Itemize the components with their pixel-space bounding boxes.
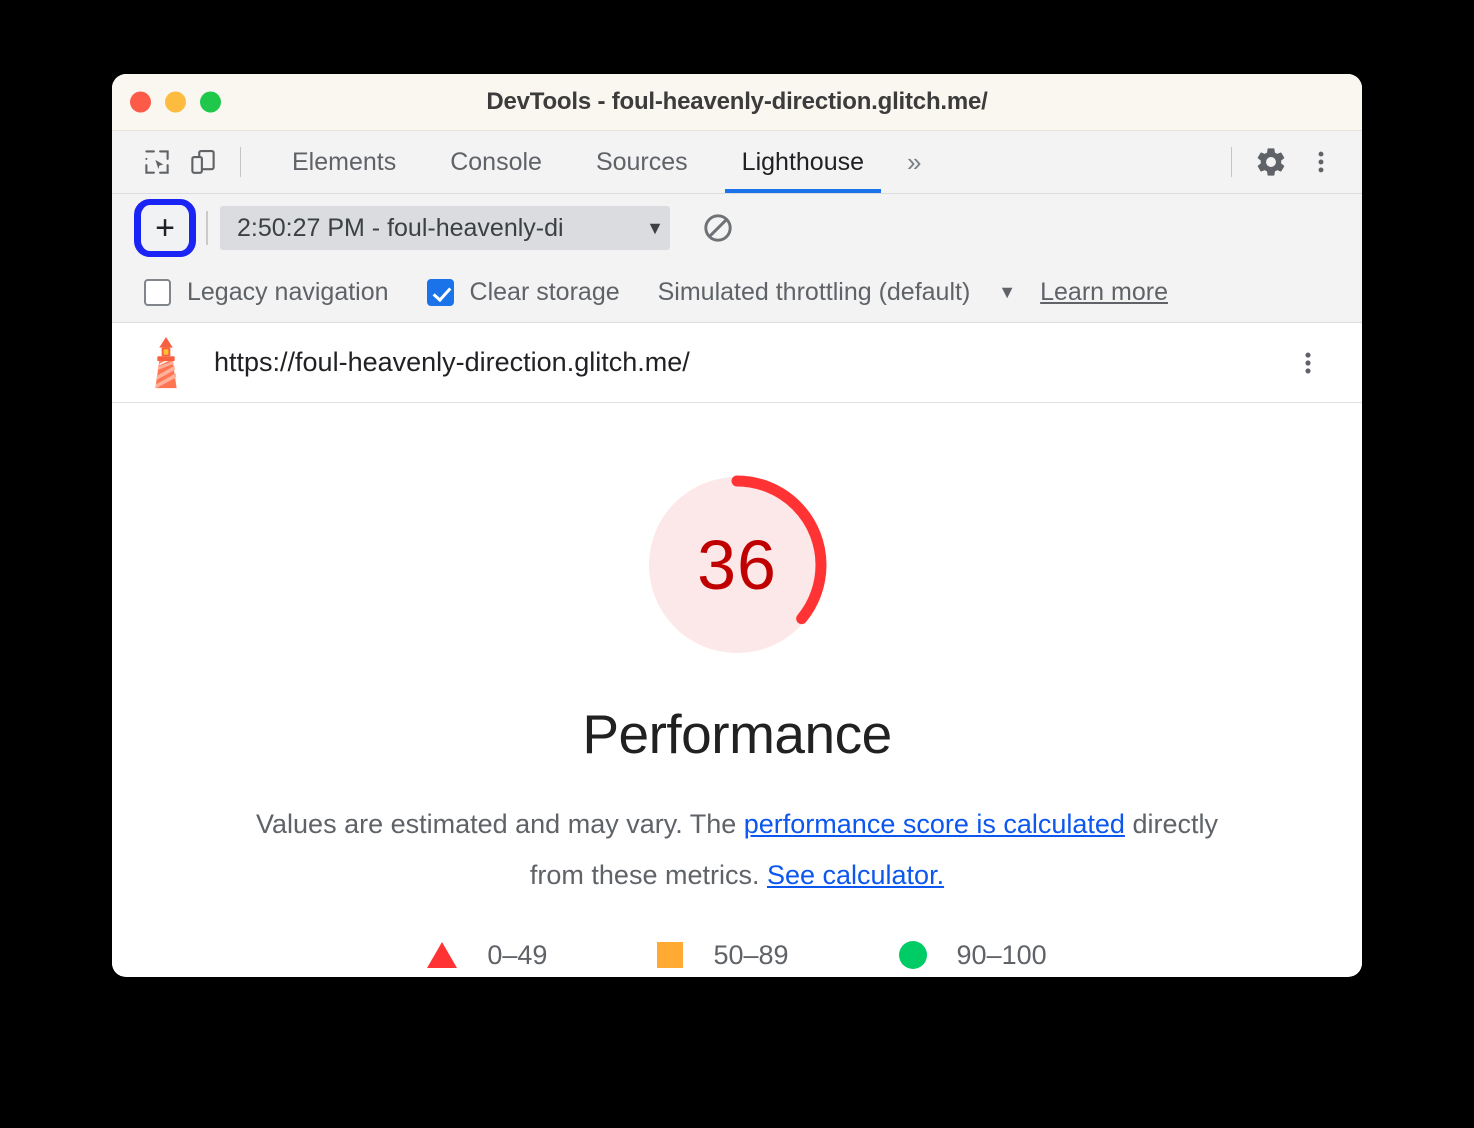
legend-label-poor: 0–49 [487, 939, 548, 970]
legend-label-good: 90–100 [956, 939, 1047, 970]
tab-elements[interactable]: Elements [265, 131, 423, 193]
report-select[interactable]: 2:50:27 PM - foul-heavenly-di ▼ [220, 206, 670, 250]
tab-sources-label: Sources [595, 147, 688, 176]
performance-score-value: 36 [697, 526, 777, 604]
inspect-element-icon[interactable] [134, 139, 180, 185]
tabbar-right-divider [1231, 147, 1232, 177]
new-report-button-wrap: + [134, 199, 196, 257]
tab-sources[interactable]: Sources [569, 131, 715, 193]
learn-more-link[interactable]: Learn more [1040, 278, 1168, 307]
tab-lighthouse-label: Lighthouse [741, 147, 864, 176]
tab-elements-label: Elements [292, 147, 397, 176]
legend-item-poor: 0–49 [427, 940, 547, 971]
traffic-light-group [130, 91, 221, 113]
devtools-window: DevTools - foul-heavenly-direction.glitc… [112, 74, 1362, 977]
circle-icon [898, 941, 927, 969]
chevron-down-icon: ▼ [646, 217, 664, 238]
lighthouse-icon [155, 336, 177, 388]
lighthouse-toolbar-divider [206, 211, 208, 245]
clear-storage-checkbox[interactable] [426, 278, 454, 306]
lighthouse-report-body: 36 Performance Values are estimated and … [112, 403, 1362, 976]
legacy-navigation-checkbox[interactable] [144, 278, 171, 306]
legacy-navigation-option[interactable]: Legacy navigation [144, 278, 389, 307]
tab-lighthouse[interactable]: Lighthouse [715, 131, 891, 193]
throttling-select[interactable]: Simulated throttling (default) ▼ [658, 278, 1017, 307]
clear-storage-label: Clear storage [469, 277, 620, 306]
window-title: DevTools - foul-heavenly-direction.glitc… [486, 88, 988, 115]
score-legend: 0–49 50–89 90–100 [427, 939, 1047, 971]
tab-console[interactable]: Console [423, 131, 569, 193]
devtools-tabbar: Elements Console Sources Lighthouse » [112, 131, 1362, 194]
more-tabs-icon[interactable]: » [891, 147, 937, 178]
category-title: Performance [582, 703, 892, 765]
new-report-button[interactable]: + [142, 205, 188, 251]
performance-score-gauge: 36 [641, 469, 833, 661]
tabbar-right-actions [1219, 131, 1344, 193]
maximize-window-button[interactable] [200, 91, 221, 113]
see-calculator-link[interactable]: See calculator. [767, 860, 944, 890]
close-window-button[interactable] [130, 91, 151, 113]
performance-score-link[interactable]: performance score is calculated [744, 809, 1125, 839]
report-kebab-menu-icon[interactable] [1288, 340, 1328, 386]
clear-all-icon[interactable] [692, 202, 744, 254]
lighthouse-options-row: Legacy navigation Clear storage Simulate… [112, 262, 1362, 323]
square-icon [657, 942, 684, 968]
tab-console-label: Console [450, 147, 542, 176]
report-url: https://foul-heavenly-direction.glitch.m… [214, 347, 690, 377]
window-titlebar: DevTools - foul-heavenly-direction.glitc… [112, 74, 1362, 131]
legend-item-good: 90–100 [898, 939, 1047, 971]
kebab-menu-icon[interactable] [1298, 139, 1344, 185]
clear-storage-option[interactable]: Clear storage [426, 277, 620, 307]
score-description: Values are estimated and may vary. The p… [237, 799, 1237, 901]
throttling-label: Simulated throttling (default) [657, 277, 971, 306]
device-toolbar-icon[interactable] [180, 139, 226, 185]
legend-label-average: 50–89 [713, 939, 789, 970]
legacy-navigation-label: Legacy navigation [187, 277, 389, 306]
triangle-icon [427, 942, 458, 968]
lighthouse-toolbar: + 2:50:27 PM - foul-heavenly-di ▼ [112, 194, 1362, 262]
screenshot-root: DevTools - foul-heavenly-direction.glitc… [0, 0, 1474, 1128]
panel-tabs: Elements Console Sources Lighthouse » [265, 131, 937, 193]
score-description-text-1: Values are estimated and may vary. The [256, 809, 744, 839]
legend-item-average: 50–89 [657, 939, 789, 971]
toolbar-divider [240, 147, 241, 177]
chevron-down-icon: ▼ [998, 281, 1017, 302]
minimize-window-button[interactable] [165, 91, 186, 113]
report-header-row: https://foul-heavenly-direction.glitch.m… [112, 323, 1362, 403]
gear-icon[interactable] [1248, 139, 1294, 185]
report-select-value: 2:50:27 PM - foul-heavenly-di [237, 213, 564, 242]
